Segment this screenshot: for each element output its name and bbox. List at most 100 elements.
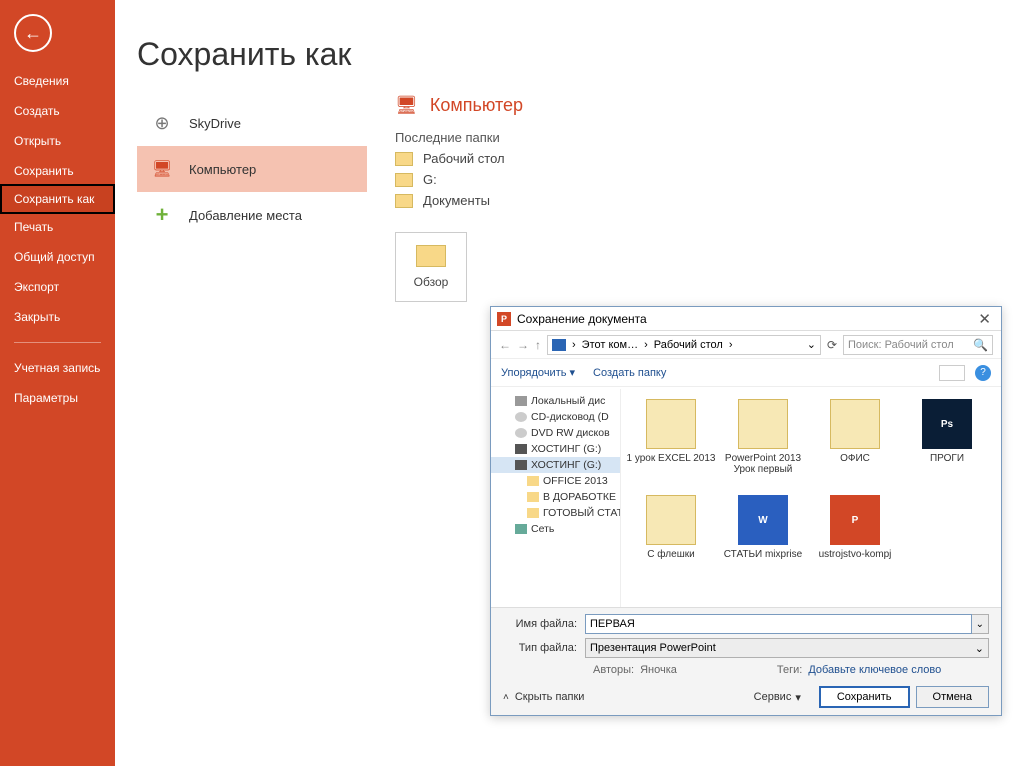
file-label: ПРОГИ [930, 453, 964, 464]
sidebar-item-saveas[interactable]: Сохранить как [0, 184, 115, 214]
sidebar-item-close[interactable]: Закрыть [0, 302, 115, 332]
dialog-toolbar: Упорядочить ▾ Создать папку [491, 359, 1001, 387]
location-add-place[interactable]: + Добавление места [137, 192, 367, 238]
dialog-title: Сохранение документа [517, 312, 647, 326]
file-label: С флешки [647, 549, 694, 560]
sidebar-item-new[interactable]: Создать [0, 96, 115, 126]
tree-item[interactable]: В ДОРАБОТКЕ [491, 489, 620, 505]
back-button[interactable] [14, 14, 52, 52]
computer-icon [552, 339, 566, 351]
folder-tree: Локальный дисCD-дисковод (DDVD RW дисков… [491, 389, 621, 607]
save-button[interactable]: Сохранить [819, 686, 910, 708]
fold-icon [527, 476, 539, 486]
tree-item[interactable]: CD-дисковод (D [491, 409, 620, 425]
recent-folder[interactable]: Документы [395, 193, 523, 208]
sidebar-item-options[interactable]: Параметры [0, 383, 115, 413]
chevron-down-icon: ⌄ [975, 642, 984, 655]
folder-label: Рабочий стол [423, 151, 505, 166]
folder-icon [395, 194, 413, 208]
hide-folders-toggle[interactable]: ˄Скрыть папки [503, 691, 584, 703]
file-label: ustrojstvo-kompj [819, 549, 892, 560]
nav-back-icon[interactable]: ← [499, 338, 511, 352]
filetype-value: Презентация PowerPoint [590, 642, 716, 654]
folder-open-icon [416, 245, 446, 267]
sidebar-item-save[interactable]: Сохранить [0, 156, 115, 186]
search-input[interactable]: Поиск: Рабочий стол 🔍 [843, 335, 993, 355]
help-icon[interactable] [975, 365, 991, 381]
location-label: Добавление места [189, 208, 302, 223]
tools-menu[interactable]: Сервис▾ [754, 691, 801, 704]
file-label: 1 урок EXCEL 2013 [627, 453, 716, 464]
flash-icon [515, 460, 527, 470]
nav-forward-icon[interactable]: → [517, 338, 529, 352]
sidebar-item-info[interactable]: Сведения [0, 66, 115, 96]
backstage-sidebar: Сведения Создать Открыть Сохранить Сохра… [0, 0, 115, 766]
organize-menu[interactable]: Упорядочить ▾ [501, 366, 575, 379]
file-item[interactable]: WСТАТЬИ mixprise [717, 495, 809, 587]
tags-add-link[interactable]: Добавьте ключевое слово [808, 664, 941, 676]
file-grid: 1 урок EXCEL 2013PowerPoint 2013 Урок пе… [621, 389, 1001, 607]
add-place-icon: + [151, 204, 173, 226]
new-folder-button[interactable]: Создать папку [593, 367, 666, 379]
tree-item[interactable]: Локальный дис [491, 393, 620, 409]
file-label: PowerPoint 2013 Урок первый [717, 453, 809, 475]
sidebar-item-export[interactable]: Экспорт [0, 272, 115, 302]
folder-label: Документы [423, 193, 490, 208]
tree-item[interactable]: ХОСТИНГ (G:) [491, 441, 620, 457]
filetype-select[interactable]: Презентация PowerPoint ⌄ [585, 638, 989, 658]
sidebar-item-account[interactable]: Учетная запись [0, 353, 115, 383]
browse-button[interactable]: Обзор [395, 232, 467, 302]
filename-input[interactable] [585, 614, 972, 634]
skydrive-icon [151, 112, 173, 134]
file-item[interactable]: 1 урок EXCEL 2013 [625, 399, 717, 491]
file-item[interactable]: PsПРОГИ [901, 399, 993, 491]
sidebar-separator [14, 342, 101, 343]
recent-folders-label: Последние папки [395, 130, 523, 145]
location-skydrive[interactable]: SkyDrive [137, 100, 367, 146]
filename-dropdown-icon[interactable]: ⌄ [972, 614, 989, 634]
powerpoint-icon [497, 312, 511, 326]
breadcrumb-bar[interactable]: ›Этот ком… ›Рабочий стол › ⌄ [547, 335, 821, 355]
sidebar-item-share[interactable]: Общий доступ [0, 242, 115, 272]
filetype-label: Тип файла: [503, 642, 585, 654]
save-dialog: Сохранение документа ✕ ← → ↑ ›Этот ком… … [490, 306, 1002, 716]
sidebar-item-print[interactable]: Печать [0, 212, 115, 242]
tree-item[interactable]: OFFICE 2013 [491, 473, 620, 489]
computer-icon [151, 158, 173, 180]
tree-item[interactable]: DVD RW дисков [491, 425, 620, 441]
tree-item[interactable]: Сеть [491, 521, 620, 537]
browse-label: Обзор [414, 275, 449, 289]
tree-item[interactable]: ГОТОВЫЙ СТАТ [491, 505, 620, 521]
close-icon[interactable]: ✕ [974, 310, 995, 328]
fold-icon [527, 492, 539, 502]
nav-up-icon[interactable]: ↑ [535, 338, 541, 352]
file-item[interactable]: ОФИС [809, 399, 901, 491]
view-options-icon[interactable] [939, 365, 965, 381]
search-icon: 🔍 [973, 338, 988, 352]
flash-icon [515, 444, 527, 454]
tree-item[interactable]: ХОСТИНГ (G:) [491, 457, 620, 473]
fold-icon [527, 508, 539, 518]
filename-label: Имя файла: [503, 618, 585, 630]
recent-folder[interactable]: Рабочий стол [395, 151, 523, 166]
dialog-footer: Имя файла: ⌄ Тип файла: Презентация Powe… [491, 607, 1001, 715]
file-item[interactable]: С флешки [625, 495, 717, 587]
file-item[interactable]: Pustrojstvo-kompj [809, 495, 901, 587]
search-placeholder: Поиск: Рабочий стол [848, 339, 954, 351]
file-item[interactable]: PowerPoint 2013 Урок первый [717, 399, 809, 491]
recent-folder[interactable]: G: [395, 172, 523, 187]
location-label: SkyDrive [189, 116, 241, 131]
cancel-button[interactable]: Отмена [916, 686, 989, 708]
location-computer[interactable]: Компьютер [137, 146, 367, 192]
folder-icon [646, 399, 696, 449]
computer-icon [395, 95, 418, 116]
net-icon [515, 524, 527, 534]
folder-icon [646, 495, 696, 545]
location-detail: Компьютер Последние папки Рабочий стол G… [395, 95, 523, 302]
breadcrumb-segment[interactable]: Этот ком… [582, 339, 638, 351]
sidebar-item-open[interactable]: Открыть [0, 126, 115, 156]
file-icon: P [830, 495, 880, 545]
location-heading: Компьютер [395, 95, 523, 116]
folder-icon [395, 152, 413, 166]
refresh-icon[interactable]: ⟳ [827, 338, 837, 352]
